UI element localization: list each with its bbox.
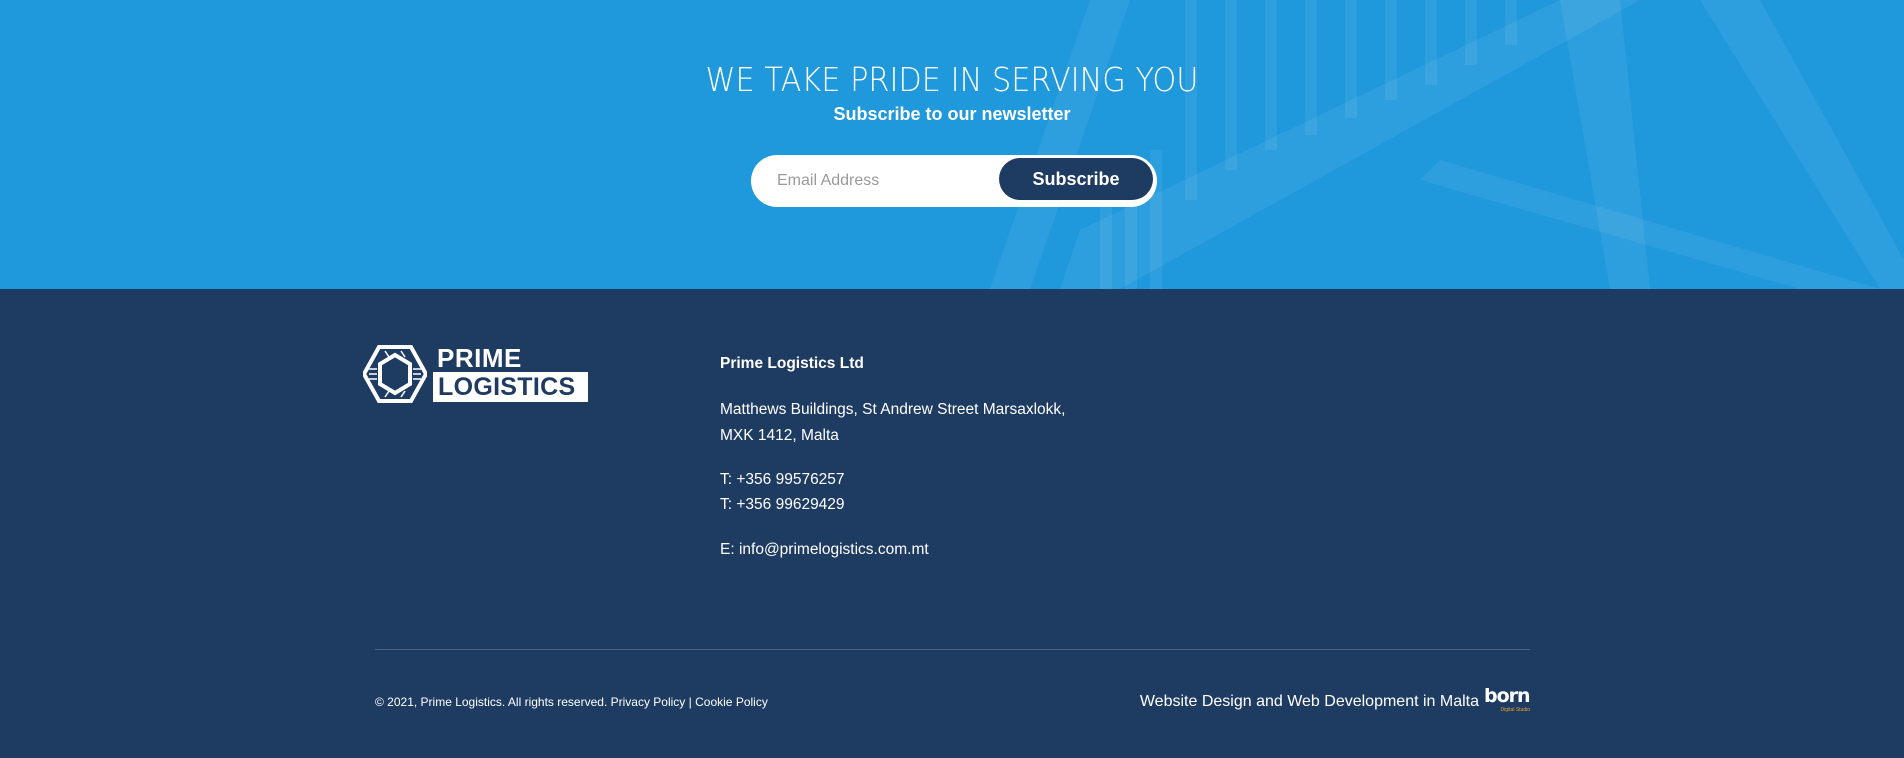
phone-1[interactable]: T: +356 99576257 (720, 467, 1065, 492)
email-contact[interactable]: E: info@primelogistics.com.mt (720, 537, 1065, 563)
phone-2[interactable]: T: +356 99629429 (720, 492, 1065, 517)
footer-divider (375, 649, 1530, 650)
subscribe-form: Subscribe (751, 155, 1157, 207)
site-footer: PRIME LOGISTICS Prime Logistics Ltd Matt… (0, 289, 1904, 758)
newsletter-section: WE TAKE PRIDE IN SERVING YOU Subscribe t… (0, 0, 1904, 289)
copyright-text: © 2021, Prime Logistics. All rights rese… (375, 695, 608, 709)
developer-credit[interactable]: Website Design and Web Development in Ma… (1139, 685, 1531, 715)
prime-logistics-logo[interactable]: PRIME LOGISTICS (363, 343, 588, 403)
phone-numbers: T: +356 99576257 T: +356 99629429 (720, 467, 1065, 517)
newsletter-subheading: Subscribe to our newsletter (833, 104, 1071, 124)
born-studio-logo[interactable]: born Digital Studio (1484, 685, 1531, 715)
privacy-policy-link[interactable]: Privacy Policy (611, 695, 686, 709)
logo-word-box: LOGISTICS (433, 372, 588, 402)
born-logo-word: born (1484, 685, 1531, 707)
email-input[interactable] (777, 155, 997, 207)
hexagon-logo-icon (363, 345, 427, 403)
contact-info: Prime Logistics Ltd Matthews Buildings, … (720, 351, 1065, 563)
born-logo-tagline: Digital Studio (1500, 707, 1530, 713)
company-name: Prime Logistics Ltd (720, 355, 864, 372)
subscribe-button[interactable]: Subscribe (999, 158, 1153, 200)
address-line-2: MXK 1412, Malta (720, 427, 839, 444)
link-separator: | (688, 695, 692, 709)
address-line-1: Matthews Buildings, St Andrew Street Mar… (720, 401, 1066, 418)
newsletter-heading: WE TAKE PRIDE IN SERVING YOU (705, 60, 1199, 99)
copyright-bar: © 2021, Prime Logistics. All rights rese… (375, 695, 768, 709)
logo-word-prime: PRIME (437, 343, 522, 373)
logo-word-logistics: LOGISTICS (438, 373, 576, 401)
cookie-policy-link[interactable]: Cookie Policy (695, 695, 768, 709)
newsletter-content: WE TAKE PRIDE IN SERVING YOU Subscribe t… (0, 0, 1904, 126)
credit-text: Website Design and Web Development in Ma… (1139, 693, 1479, 710)
address: Matthews Buildings, St Andrew Street Mar… (720, 397, 1065, 449)
